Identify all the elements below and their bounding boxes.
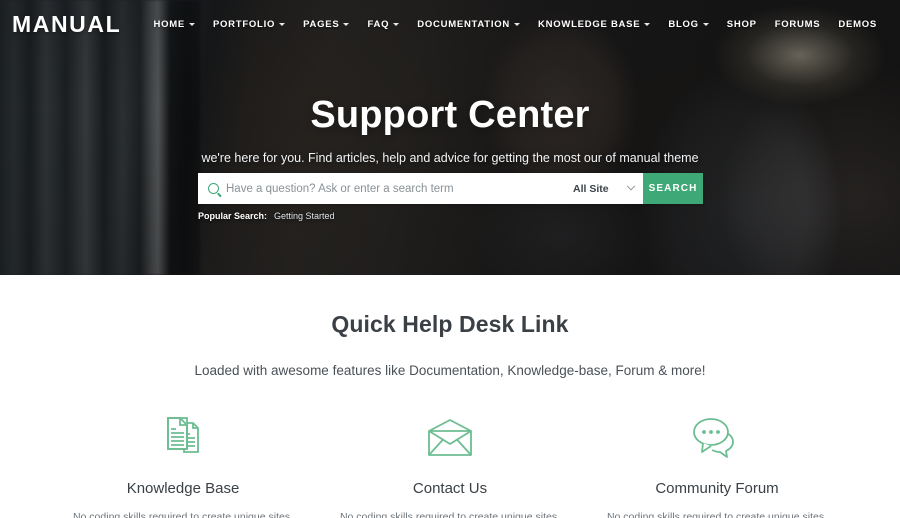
feature-card-knowledge-base[interactable]: Knowledge Base No coding skills required… <box>50 414 317 518</box>
search-input[interactable] <box>226 182 553 195</box>
feature-description-line1: No coding skills required to create uniq… <box>606 511 828 518</box>
nav-item-demos[interactable]: DEMOS <box>829 13 886 36</box>
chevron-down-icon <box>626 181 636 190</box>
hero-subtitle: we're here for you. Find articles, help … <box>201 151 699 165</box>
chevron-down-icon <box>514 23 520 26</box>
documents-icon <box>60 414 307 462</box>
nav-item-home[interactable]: HOME <box>144 13 204 36</box>
search-scope-select[interactable]: All Site <box>563 173 643 204</box>
nav-item-label: DOCUMENTATION <box>417 18 510 30</box>
feature-title: Contact Us <box>412 480 488 497</box>
chevron-down-icon <box>393 23 400 26</box>
nav-item-label: SHOP <box>726 18 757 30</box>
nav-item-forums[interactable]: FORUMS <box>766 13 830 36</box>
nav-item-label: DEMOS <box>838 18 877 30</box>
search-icon <box>208 183 219 194</box>
nav-item-label: PORTFOLIO <box>212 18 276 30</box>
hero-search-area: All Site SEARCH Popular Search: Getting … <box>198 173 703 221</box>
feature-title: Community Forum <box>655 480 779 497</box>
section-subtitle: Loaded with awesome features like Docume… <box>194 363 706 378</box>
chevron-down-icon <box>343 23 350 26</box>
section-title: Quick Help Desk Link <box>331 311 569 337</box>
nav-item-label: HOME <box>153 18 185 30</box>
search-bar: All Site SEARCH <box>198 173 703 204</box>
nav-item-label: FAQ <box>367 18 390 30</box>
hero-banner: MANUAL HOME PORTFOLIO PAGES FAQ DOCUMENT… <box>0 0 900 275</box>
nav-item-portfolio[interactable]: PORTFOLIO <box>204 13 294 36</box>
feature-description: No coding skills required to create uniq… <box>60 509 307 518</box>
nav-item-label: BLOG <box>668 18 699 30</box>
feature-description-line1: No coding skills required to create uniq… <box>339 511 561 518</box>
chevron-down-icon <box>279 23 286 26</box>
chevron-down-icon <box>702 23 709 26</box>
search-field[interactable] <box>198 173 563 204</box>
feature-description: No coding skills required to create uniq… <box>327 509 574 518</box>
chevron-down-icon <box>644 23 651 26</box>
main-navigation: HOME PORTFOLIO PAGES FAQ DOCUMENTATION K… <box>144 13 886 36</box>
chat-bubbles-icon <box>594 414 841 462</box>
nav-item-documentation[interactable]: DOCUMENTATION <box>408 13 529 36</box>
nav-item-label: FORUMS <box>774 18 821 30</box>
nav-item-faq[interactable]: FAQ <box>358 13 408 36</box>
feature-title: Knowledge Base <box>126 480 240 497</box>
nav-item-knowledge-base[interactable]: KNOWLEDGE BASE <box>529 13 659 36</box>
nav-item-blog[interactable]: BLOG <box>659 13 717 36</box>
site-header: MANUAL HOME PORTFOLIO PAGES FAQ DOCUMENT… <box>0 0 900 48</box>
nav-item-shop[interactable]: SHOP <box>718 13 766 36</box>
chevron-down-icon <box>188 23 195 26</box>
site-logo[interactable]: MANUAL <box>12 11 121 38</box>
feature-list: Knowledge Base No coding skills required… <box>0 414 900 518</box>
feature-description: No coding skills required to create uniq… <box>594 509 841 518</box>
page-title: Support Center <box>310 94 590 136</box>
search-scope-value: All Site <box>573 182 609 195</box>
nav-item-label: PAGES <box>303 18 340 30</box>
quick-help-section: Quick Help Desk Link Loaded with awesome… <box>0 275 900 518</box>
popular-search-term[interactable]: Getting Started <box>274 211 335 221</box>
search-button[interactable]: SEARCH <box>643 173 703 204</box>
feature-description-line1: No coding skills required to create uniq… <box>72 511 294 518</box>
envelope-icon <box>327 414 574 462</box>
nav-item-pages[interactable]: PAGES <box>294 13 358 36</box>
popular-search: Popular Search: Getting Started <box>198 211 703 221</box>
popular-search-label: Popular Search: <box>198 211 268 221</box>
nav-item-label: KNOWLEDGE BASE <box>538 18 641 30</box>
feature-card-community-forum[interactable]: Community Forum No coding skills require… <box>584 414 851 518</box>
feature-card-contact-us[interactable]: Contact Us No coding skills required to … <box>317 414 584 518</box>
